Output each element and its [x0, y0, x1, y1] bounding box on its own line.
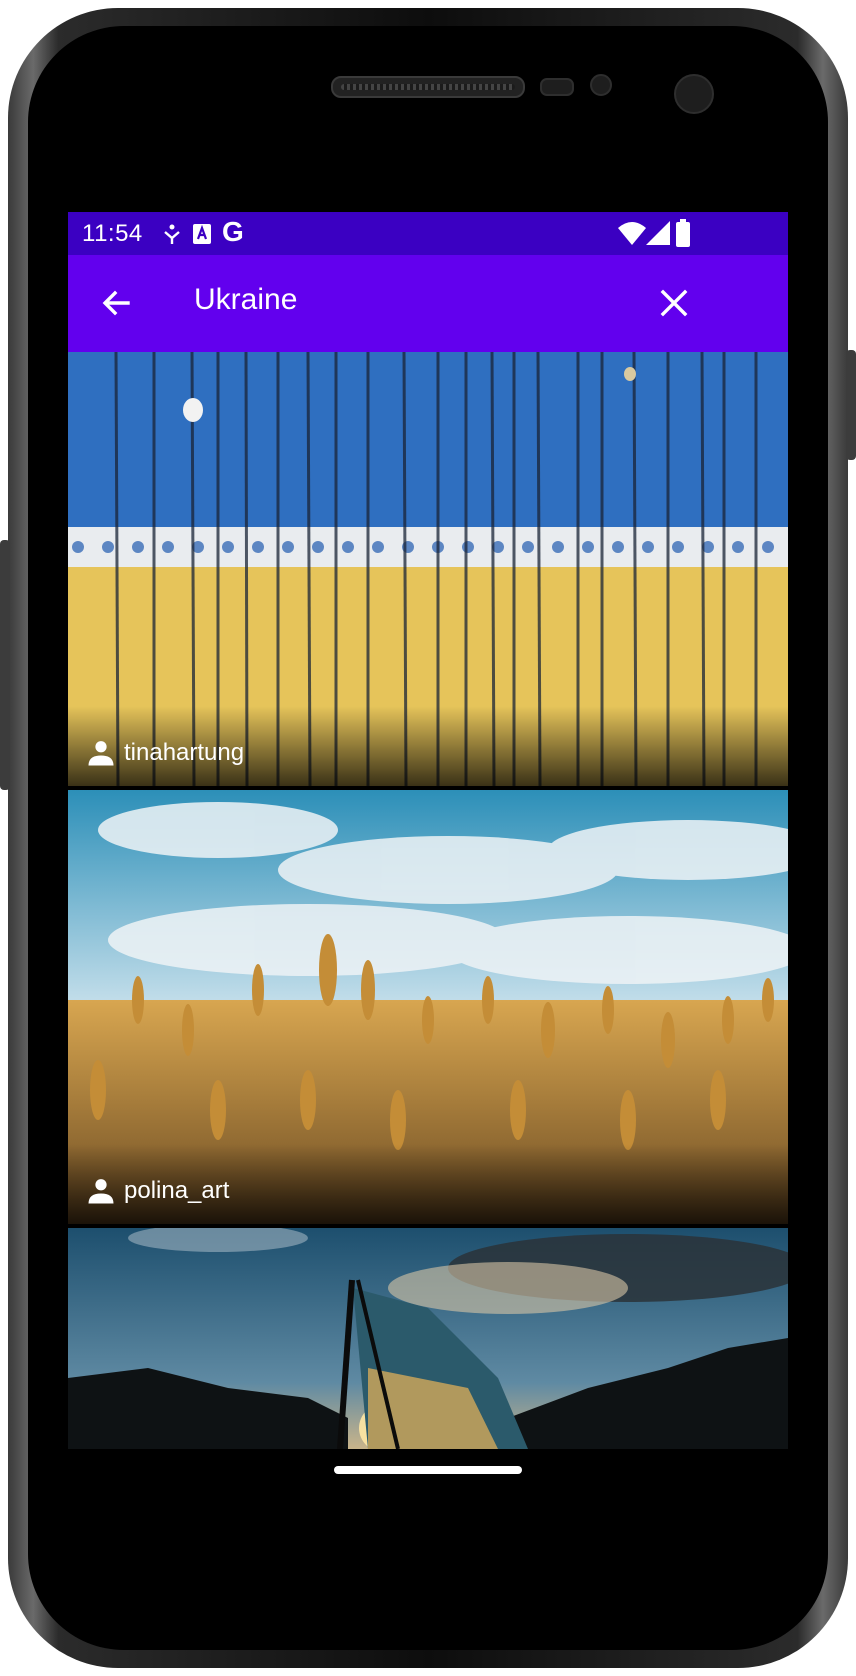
- photo-image: [68, 1228, 788, 1449]
- status-time: 11:54: [82, 220, 143, 247]
- light-sensor: [590, 74, 612, 96]
- proximity-sensor: [540, 78, 574, 96]
- gesture-nav-bar: [68, 1449, 788, 1492]
- cell-signal-icon: [646, 221, 670, 245]
- front-camera: [674, 74, 714, 114]
- arrow-back-icon[interactable]: [96, 283, 136, 323]
- screen: 11:54 G Ukraine tinahartung polina_art: [68, 212, 788, 1492]
- person-icon: [88, 741, 114, 766]
- fitness-icon: [164, 224, 180, 244]
- power-button: [846, 350, 856, 460]
- author-name: polina_art: [124, 1177, 230, 1204]
- photo-card[interactable]: tinahartung: [68, 352, 788, 786]
- person-icon: [88, 1179, 114, 1204]
- home-gesture-handle[interactable]: [334, 1466, 522, 1474]
- battery-icon: [676, 219, 690, 247]
- google-icon: G: [222, 216, 244, 247]
- volume-button: [0, 540, 10, 790]
- close-icon[interactable]: [654, 283, 694, 323]
- status-bar: 11:54 G: [68, 212, 788, 255]
- wifi-icon: [618, 222, 646, 245]
- accessibility-icon: [193, 224, 211, 244]
- photo-card[interactable]: [68, 1228, 788, 1449]
- author-chip[interactable]: polina_art: [86, 1176, 229, 1206]
- earpiece-speaker: [331, 76, 525, 98]
- search-input[interactable]: [194, 283, 614, 317]
- author-name: tinahartung: [124, 739, 245, 766]
- author-chip[interactable]: tinahartung: [86, 738, 244, 768]
- photo-card[interactable]: polina_art: [68, 790, 788, 1224]
- search-app-bar: [68, 255, 788, 352]
